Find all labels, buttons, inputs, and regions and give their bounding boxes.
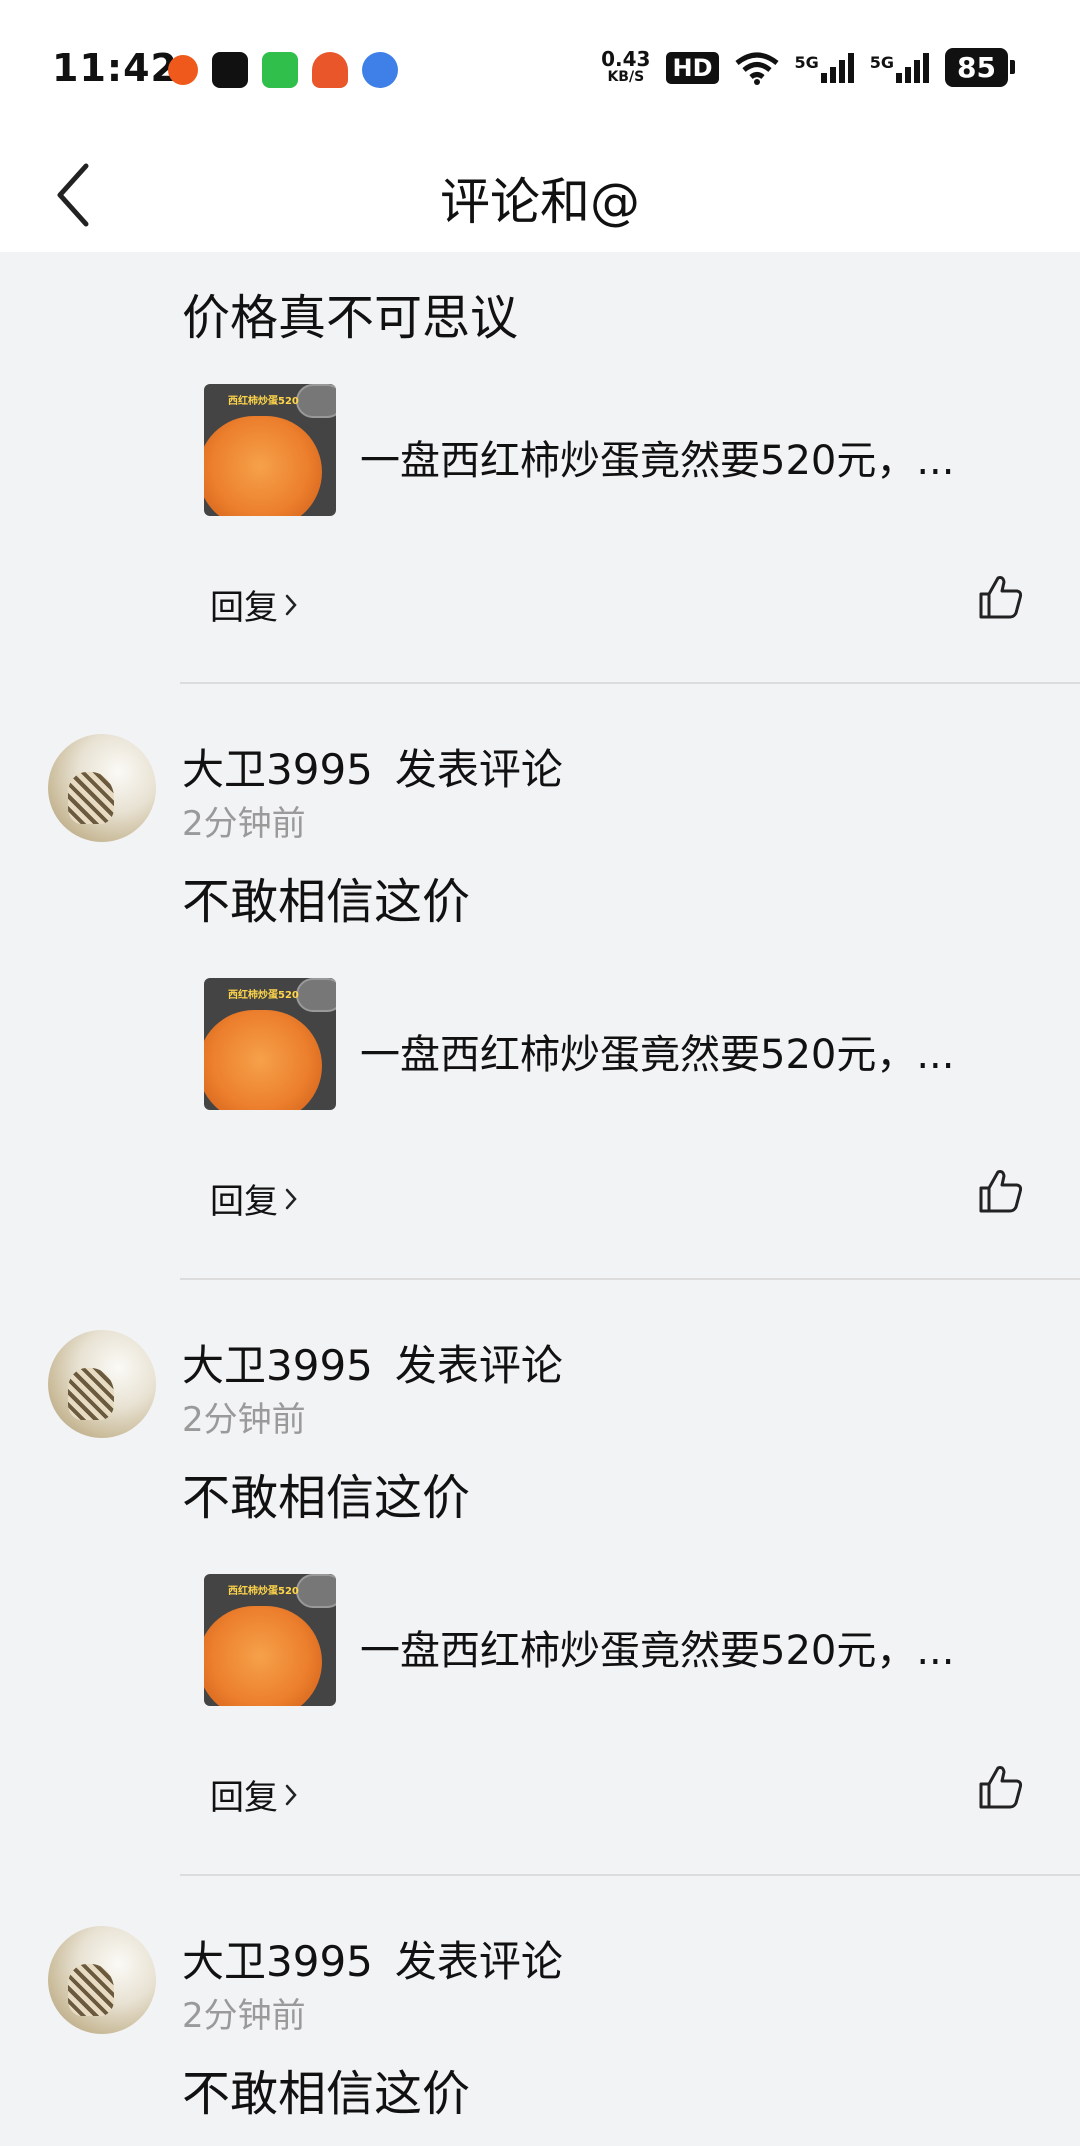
reply-button[interactable]: 回复 [210,1174,298,1223]
reply-label: 回复 [210,1182,278,1222]
bowl-graphic [296,384,336,418]
reply-button[interactable]: 回复 [210,580,298,629]
comment-text: 不敢相信这价 [182,1470,471,1526]
post-card[interactable]: 西红柿炒蛋520 一盘西红柿炒蛋竟然要520元，... [204,384,994,516]
bowl-graphic [296,1574,336,1608]
chevron-right-icon [285,1784,297,1805]
comment-text: 不敢相信这价 [182,2066,471,2122]
timestamp: 2分钟前 [182,804,306,844]
thumbnail-label: 西红柿炒蛋520 [228,396,299,407]
battery-indicator: 85 [945,48,1015,87]
user-line: 大卫3995 发表评论 [182,1332,563,1393]
post-thumbnail: 西红柿炒蛋520 [204,978,336,1110]
app-notification-icon [168,55,198,85]
post-title: 一盘西红柿炒蛋竟然要520元，... [360,1032,955,1078]
signal-sim2: 5G [869,52,930,83]
status-bar: 11:42 0.43 KB/S HD 5G 5G 85 [0,0,1080,140]
signal-bars-icon [820,52,854,83]
post-thumbnail: 西红柿炒蛋520 [204,384,336,516]
username[interactable]: 大卫3995 [182,745,373,794]
user-line: 大卫3995 发表评论 [182,736,563,797]
list-item: 价格真不可思议 西红柿炒蛋520 一盘西红柿炒蛋竟然要520元，... 回复 [0,252,1080,684]
action-text: 发表评论 [394,1341,563,1390]
thumbnail-label: 西红柿炒蛋520 [228,1586,299,1597]
username[interactable]: 大卫3995 [182,1937,373,1986]
avatar[interactable] [48,1926,156,2034]
reply-label: 回复 [210,588,278,628]
thumbs-up-icon[interactable] [978,1168,1024,1214]
notification-icons [168,52,398,88]
status-time: 11:42 [52,46,178,90]
avatar[interactable] [48,1330,156,1438]
system-icons: 0.43 KB/S HD 5G 5G 85 [601,46,1015,87]
action-text: 发表评论 [394,1937,563,1986]
message-notification-icon [262,52,298,88]
dish-graphic [204,416,322,516]
post-card[interactable]: 西红柿炒蛋520 一盘西红柿炒蛋竟然要520元，... [204,1574,994,1706]
list-item: 大卫3995 发表评论 2分钟前 不敢相信这价 西红柿炒蛋520 一盘西红柿炒蛋竟… [0,1280,1080,1876]
signal-bars-icon [896,52,930,83]
thumbs-up-icon[interactable] [978,1764,1024,1810]
post-title: 一盘西红柿炒蛋竟然要520元，... [360,438,955,484]
sim2-label: 5G [869,52,895,72]
signal-sim1: 5G [794,52,854,83]
comment-text: 价格真不可思议 [182,290,519,346]
net-speed-unit: KB/S [607,68,645,85]
reply-label: 回复 [210,1778,278,1818]
user-line: 大卫3995 发表评论 [182,1928,563,1989]
list-item: 大卫3995 发表评论 2分钟前 不敢相信这价 西红柿炒蛋520 一盘西红柿炒蛋竟… [0,684,1080,1280]
wifi-icon [734,52,779,85]
username[interactable]: 大卫3995 [182,1341,373,1390]
net-speed: 0.43 KB/S [601,46,651,86]
page-title: 评论和@ [440,173,640,231]
comment-text: 不敢相信这价 [182,874,471,930]
douyin-notification-icon [212,52,248,88]
taobao-notification-icon [312,52,348,88]
post-title: 一盘西红柿炒蛋竟然要520元，... [360,1628,955,1674]
chevron-right-icon [285,594,297,615]
thumbs-up-icon[interactable] [978,574,1024,620]
net-speed-value: 0.43 [601,46,651,71]
action-text: 发表评论 [394,745,563,794]
dish-graphic [204,1606,322,1706]
post-card[interactable]: 西红柿炒蛋520 一盘西红柿炒蛋竟然要520元，... [204,978,994,1110]
navigation-bar: 评论和@ [0,140,1080,252]
avatar[interactable] [48,734,156,842]
post-thumbnail: 西红柿炒蛋520 [204,1574,336,1706]
reply-button[interactable]: 回复 [210,1770,298,1819]
baidu-notification-icon [362,52,398,88]
timestamp: 2分钟前 [182,1400,306,1440]
comment-feed[interactable]: 价格真不可思议 西红柿炒蛋520 一盘西红柿炒蛋竟然要520元，... 回复 大… [0,252,1080,2146]
thumbnail-label: 西红柿炒蛋520 [228,990,299,1001]
dish-graphic [204,1010,322,1110]
sim1-label: 5G [794,52,819,72]
list-item: 大卫3995 发表评论 2分钟前 不敢相信这价 [0,1876,1080,2146]
timestamp: 2分钟前 [182,1996,306,2036]
chevron-right-icon [285,1188,297,1209]
hd-badge: HD [666,51,719,84]
bowl-graphic [296,978,336,1012]
